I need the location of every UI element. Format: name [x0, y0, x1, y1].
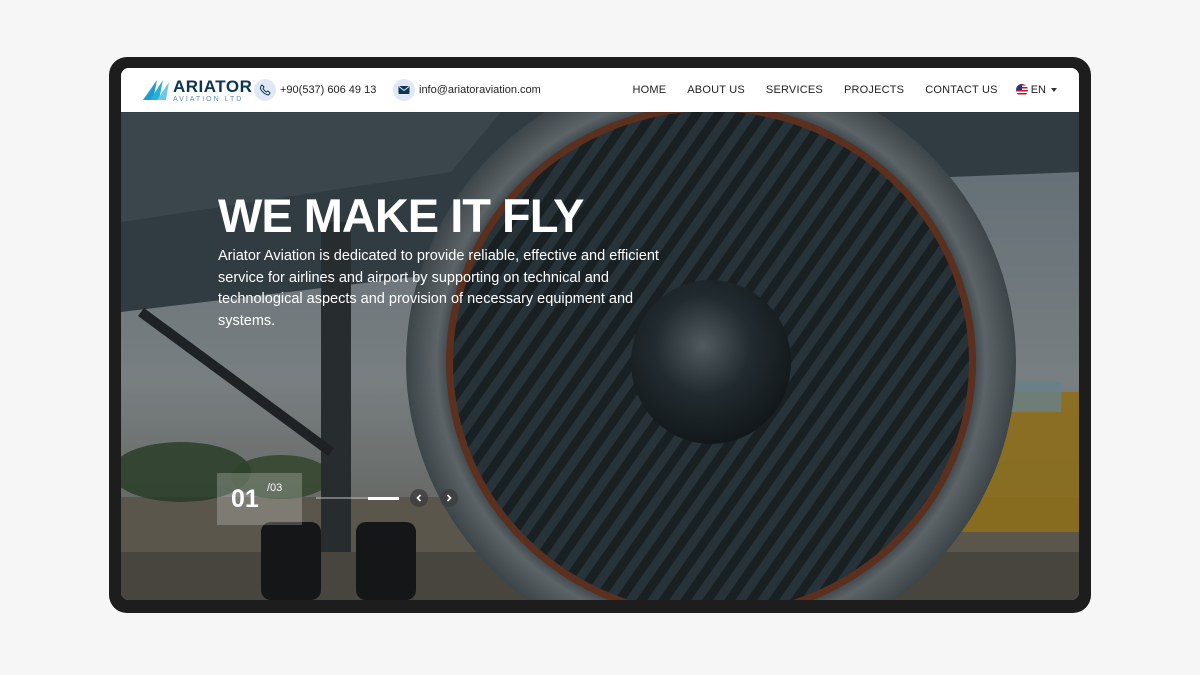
nav-services[interactable]: SERVICES: [766, 84, 823, 96]
hero-slider: WE MAKE IT FLY Ariator Aviation is dedic…: [121, 112, 1079, 600]
us-flag-icon: [1015, 84, 1028, 96]
language-selector[interactable]: EN: [1015, 84, 1057, 96]
language-label: EN: [1030, 84, 1046, 96]
slide-current: 01: [231, 485, 259, 513]
caret-down-icon: [1051, 88, 1057, 92]
slide-progress-fill: [368, 496, 399, 500]
site-logo[interactable]: ARIATOR AVIATION LTD: [141, 76, 253, 103]
email-address: info@ariatoraviation.com: [419, 84, 541, 96]
logo-mark-icon: [143, 80, 169, 100]
slide-progress: [316, 496, 399, 500]
phone-number: +90(537) 606 49 13: [280, 84, 377, 96]
email-contact[interactable]: info@ariatoraviation.com: [393, 79, 541, 101]
nav-projects[interactable]: PROJECTS: [844, 84, 904, 96]
slide-total: /03: [267, 482, 283, 494]
hero-description: Ariator Aviation is dedicated to provide…: [218, 248, 659, 330]
nav-home[interactable]: HOME: [632, 84, 666, 96]
mail-icon: [393, 79, 415, 101]
chevron-left-icon: [416, 494, 422, 502]
phone-contact[interactable]: +90(537) 606 49 13: [254, 79, 376, 101]
hero-title: WE MAKE IT FLY: [218, 189, 584, 242]
nav-about-us[interactable]: ABOUT US: [687, 84, 745, 96]
main-nav: HOME ABOUT US SERVICES PROJECTS CONTACT …: [611, 68, 1057, 112]
logo-name: ARIATOR: [173, 76, 253, 96]
slide-counter: 01 /03: [217, 473, 302, 525]
logo-subtitle: AVIATION LTD: [173, 95, 244, 103]
site-header: ARIATOR AVIATION LTD +90(537) 606 49 13 …: [121, 68, 1079, 112]
hero-background-image: [121, 112, 1079, 600]
next-slide-button[interactable]: [440, 489, 458, 507]
prev-slide-button[interactable]: [410, 489, 428, 507]
nav-contact-us[interactable]: CONTACT US: [925, 84, 998, 96]
browser-viewport: ARIATOR AVIATION LTD +90(537) 606 49 13 …: [121, 68, 1079, 600]
chevron-right-icon: [446, 494, 452, 502]
phone-icon: [254, 79, 276, 101]
